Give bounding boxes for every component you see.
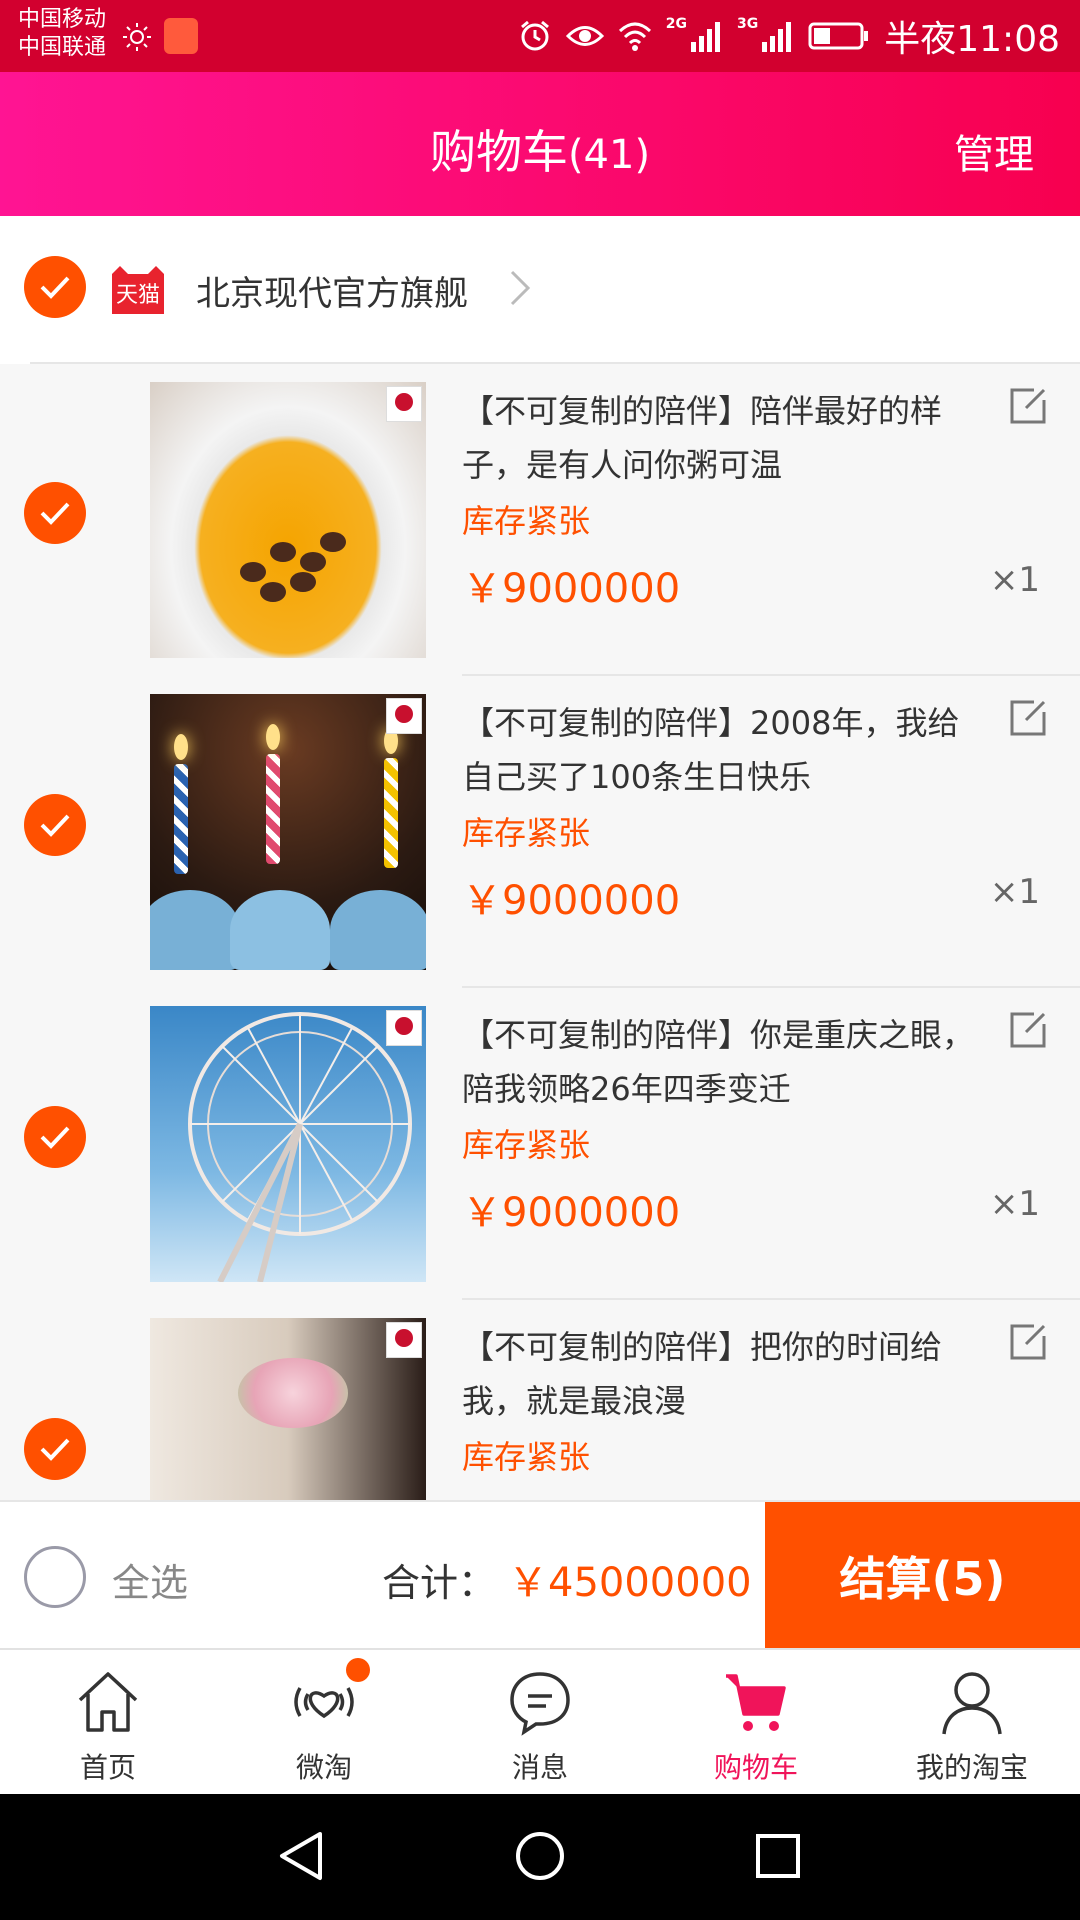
home-icon — [78, 1672, 138, 1732]
tab-label: 我的淘宝 — [915, 1751, 1028, 1784]
cart-count: (41) — [567, 132, 651, 178]
tab-label: 消息 — [511, 1751, 568, 1784]
tab-messages[interactable]: 消息 — [432, 1650, 648, 1796]
cart-summary-bar: 全选 合计： ￥45000000 结算(5) — [0, 1500, 1080, 1650]
back-icon[interactable] — [276, 1830, 328, 1882]
carrier-1: 中国移动 — [18, 7, 107, 32]
item-checkbox[interactable] — [24, 794, 86, 856]
home-nav-icon[interactable] — [514, 1830, 566, 1882]
signal-icon-1 — [691, 22, 721, 52]
tab-home[interactable]: 首页 — [0, 1650, 216, 1796]
product-name[interactable]: 【不可复制的陪伴】把你的时间给我，就是最浪漫 — [462, 1320, 982, 1428]
product-quantity: ×1 — [989, 560, 1040, 600]
sun-icon — [123, 23, 151, 51]
product-image[interactable] — [150, 1006, 426, 1282]
net-label-1: 2G — [665, 16, 688, 32]
product-price: ￥9000000 — [462, 878, 681, 924]
tmall-logo-icon: 天猫 — [112, 266, 164, 314]
ferris-wheel-graphic — [188, 1012, 412, 1282]
cart-item[interactable]: 【不可复制的陪伴】你是重庆之眼，陪我领略26年四季变迁 库存紧张 ￥900000… — [0, 988, 1080, 1300]
cart-item[interactable]: 【不可复制的陪伴】把你的时间给我，就是最浪漫 库存紧张 — [0, 1300, 1080, 1500]
total-label: 合计： — [382, 1561, 497, 1605]
clock: 半夜11:08 — [884, 19, 1060, 60]
page-title-text: 购物车 — [429, 125, 568, 179]
item-checkbox[interactable] — [24, 1106, 86, 1168]
product-image[interactable] — [150, 1318, 426, 1500]
page-title: 购物车(41) — [0, 116, 1080, 182]
message-icon — [510, 1672, 570, 1736]
product-image[interactable] — [150, 694, 426, 970]
item-checkbox[interactable] — [24, 482, 86, 544]
system-nav-bar — [0, 1794, 1080, 1920]
eye-icon — [565, 26, 604, 46]
brand-badge-icon — [386, 386, 422, 422]
product-name[interactable]: 【不可复制的陪伴】2008年，我给自己买了100条生日快乐 — [462, 696, 982, 804]
notification-dot — [346, 1658, 370, 1682]
status-right: 2G 3G 半夜11:08 — [518, 12, 1060, 60]
item-checkbox[interactable] — [24, 1418, 86, 1480]
alarm-icon — [520, 20, 549, 51]
store-row[interactable]: 天猫 北京现代官方旗舰 — [0, 216, 1080, 364]
tab-label: 首页 — [79, 1751, 136, 1784]
wifi-icon — [618, 22, 651, 51]
check-icon — [40, 1126, 70, 1149]
tab-my-taobao[interactable]: 我的淘宝 — [864, 1650, 1080, 1796]
brand-badge-icon — [386, 698, 422, 734]
check-icon — [40, 502, 70, 525]
tab-weitao[interactable]: 微淘 — [216, 1650, 432, 1796]
total-value: ￥45000000 — [508, 1560, 752, 1606]
tab-label: 购物车 — [713, 1751, 798, 1784]
check-icon — [40, 1438, 70, 1461]
cart-item[interactable]: 【不可复制的陪伴】2008年，我给自己买了100条生日快乐 库存紧张 ￥9000… — [0, 676, 1080, 988]
stock-status: 库存紧张 — [462, 1438, 591, 1476]
check-icon — [40, 276, 70, 299]
edit-icon[interactable] — [1008, 698, 1048, 738]
carrier-info: 中国移动 中国联通 — [18, 6, 106, 62]
cart-icon — [726, 1674, 786, 1731]
tab-label: 微淘 — [295, 1751, 352, 1784]
select-all-checkbox[interactable] — [24, 1546, 86, 1608]
edit-icon[interactable] — [1008, 386, 1048, 426]
product-image[interactable] — [150, 382, 426, 658]
chevron-right-icon[interactable] — [508, 268, 532, 308]
tmall-logo-text: 天猫 — [116, 283, 160, 308]
cart-header: 购物车(41) 管理 — [0, 72, 1080, 216]
store-name[interactable]: 北京现代官方旗舰 — [196, 266, 468, 315]
product-price: ￥9000000 — [462, 1190, 681, 1236]
checkout-button[interactable]: 结算(5) — [765, 1502, 1080, 1650]
carrier-2: 中国联通 — [18, 35, 107, 60]
stock-status: 库存紧张 — [462, 502, 591, 540]
product-name[interactable]: 【不可复制的陪伴】陪伴最好的样子，是有人问你粥可温 — [462, 384, 982, 492]
product-quantity: ×1 — [989, 1184, 1040, 1224]
stock-status: 库存紧张 — [462, 1126, 591, 1164]
signal-icon-2 — [762, 22, 792, 52]
profile-icon — [942, 1672, 1002, 1735]
brand-badge-icon — [386, 1322, 422, 1358]
stock-status: 库存紧张 — [462, 814, 591, 852]
select-all-label[interactable]: 全选 — [112, 1552, 188, 1607]
edit-icon[interactable] — [1008, 1322, 1048, 1362]
notification-app-icon — [164, 18, 198, 54]
check-icon — [40, 814, 70, 837]
net-label-2: 3G — [737, 16, 759, 32]
product-quantity: ×1 — [989, 872, 1040, 912]
product-price: ￥9000000 — [462, 566, 681, 612]
manage-button[interactable]: 管理 — [954, 122, 1034, 180]
cart-item[interactable]: 【不可复制的陪伴】陪伴最好的样子，是有人问你粥可温 库存紧张 ￥9000000 … — [0, 364, 1080, 676]
edit-icon[interactable] — [1008, 1010, 1048, 1050]
battery-icon — [808, 22, 869, 50]
store-checkbox[interactable] — [24, 256, 86, 318]
brand-badge-icon — [386, 1010, 422, 1046]
tab-bar: 首页 微淘 消息 购物车 我的淘宝 — [0, 1648, 1080, 1794]
recents-icon[interactable] — [752, 1830, 804, 1882]
product-name[interactable]: 【不可复制的陪伴】你是重庆之眼，陪我领略26年四季变迁 — [462, 1008, 982, 1116]
status-bar: 中国移动 中国联通 2G 3G 半夜11:08 — [0, 0, 1080, 72]
tab-cart[interactable]: 购物车 — [648, 1650, 864, 1796]
